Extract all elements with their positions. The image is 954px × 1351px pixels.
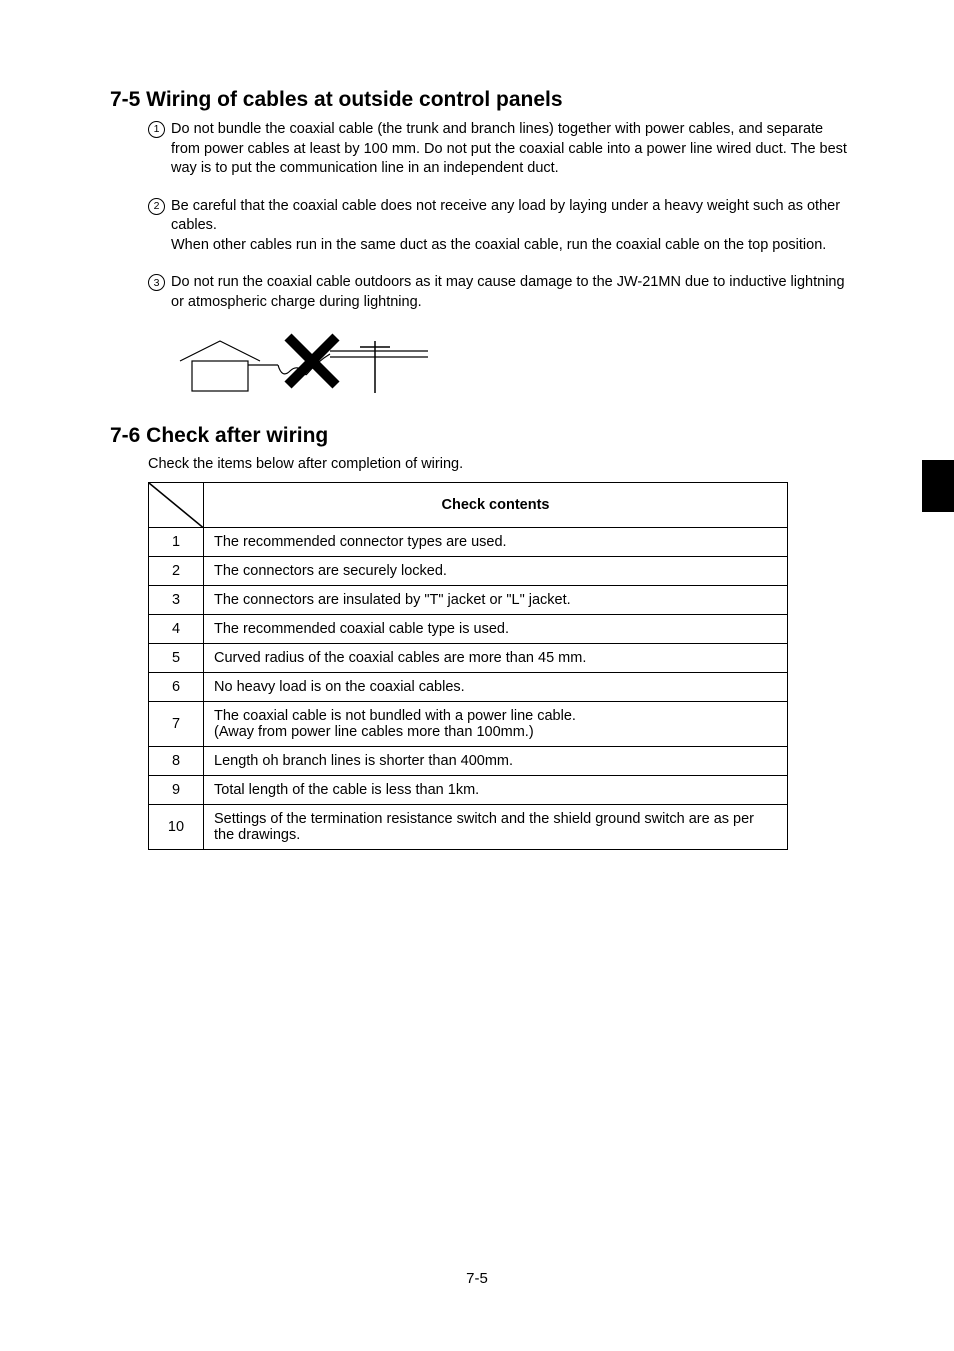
row-number: 5 — [149, 643, 204, 672]
list-item: 3 Do not run the coaxial cable outdoors … — [148, 273, 854, 312]
table-row: 8Length oh branch lines is shorter than … — [149, 746, 788, 775]
row-text: Total length of the cable is less than 1… — [204, 775, 788, 804]
circled-number-icon: 2 — [148, 198, 165, 215]
check-table-body: 1The recommended connector types are use… — [149, 527, 788, 849]
table-row: 10Settings of the termination resistance… — [149, 804, 788, 849]
table-row: 4The recommended coaxial cable type is u… — [149, 614, 788, 643]
page-number: 7-5 — [0, 1270, 954, 1287]
row-text: No heavy load is on the coaxial cables. — [204, 672, 788, 701]
table-corner-cell — [149, 482, 204, 527]
circled-number-icon: 3 — [148, 274, 165, 291]
check-contents-table: Check contents 1The recommended connecto… — [148, 482, 788, 850]
row-text: The recommended connector types are used… — [204, 527, 788, 556]
outdoor-cable-prohibition-diagram — [170, 331, 854, 410]
table-row: 9Total length of the cable is less than … — [149, 775, 788, 804]
row-text: The recommended coaxial cable type is us… — [204, 614, 788, 643]
row-text: Curved radius of the coaxial cables are … — [204, 643, 788, 672]
section-7-6-title: 7-6 Check after wiring — [110, 424, 854, 448]
list-item: 1 Do not bundle the coaxial cable (the t… — [148, 120, 854, 179]
list-item: 2 Be careful that the coaxial cable does… — [148, 197, 854, 256]
row-text: Length oh branch lines is shorter than 4… — [204, 746, 788, 775]
row-text: The coaxial cable is not bundled with a … — [204, 701, 788, 746]
section-7-6-intro: Check the items below after completion o… — [148, 456, 854, 472]
section-7-5-title: 7-5 Wiring of cables at outside control … — [110, 88, 854, 112]
table-row: 3The connectors are insulated by "T" jac… — [149, 585, 788, 614]
row-number: 8 — [149, 746, 204, 775]
table-row: 6No heavy load is on the coaxial cables. — [149, 672, 788, 701]
table-row: 5Curved radius of the coaxial cables are… — [149, 643, 788, 672]
row-text: The connectors are securely locked. — [204, 556, 788, 585]
circled-number-icon: 1 — [148, 121, 165, 138]
table-row: 2The connectors are securely locked. — [149, 556, 788, 585]
row-text: The connectors are insulated by "T" jack… — [204, 585, 788, 614]
list-item-text: Do not run the coaxial cable outdoors as… — [171, 273, 854, 312]
table-row: 7The coaxial cable is not bundled with a… — [149, 701, 788, 746]
page-edge-tab — [922, 460, 954, 512]
list-item-text: Be careful that the coaxial cable does n… — [171, 197, 854, 256]
table-header-check-contents: Check contents — [204, 482, 788, 527]
list-item-text: Do not bundle the coaxial cable (the tru… — [171, 120, 854, 179]
row-number: 7 — [149, 701, 204, 746]
row-number: 1 — [149, 527, 204, 556]
row-number: 6 — [149, 672, 204, 701]
row-text: Settings of the termination resistance s… — [204, 804, 788, 849]
table-row: 1The recommended connector types are use… — [149, 527, 788, 556]
row-number: 2 — [149, 556, 204, 585]
row-number: 9 — [149, 775, 204, 804]
row-number: 4 — [149, 614, 204, 643]
row-number: 3 — [149, 585, 204, 614]
section-7-5-body: 1 Do not bundle the coaxial cable (the t… — [148, 120, 854, 313]
row-number: 10 — [149, 804, 204, 849]
